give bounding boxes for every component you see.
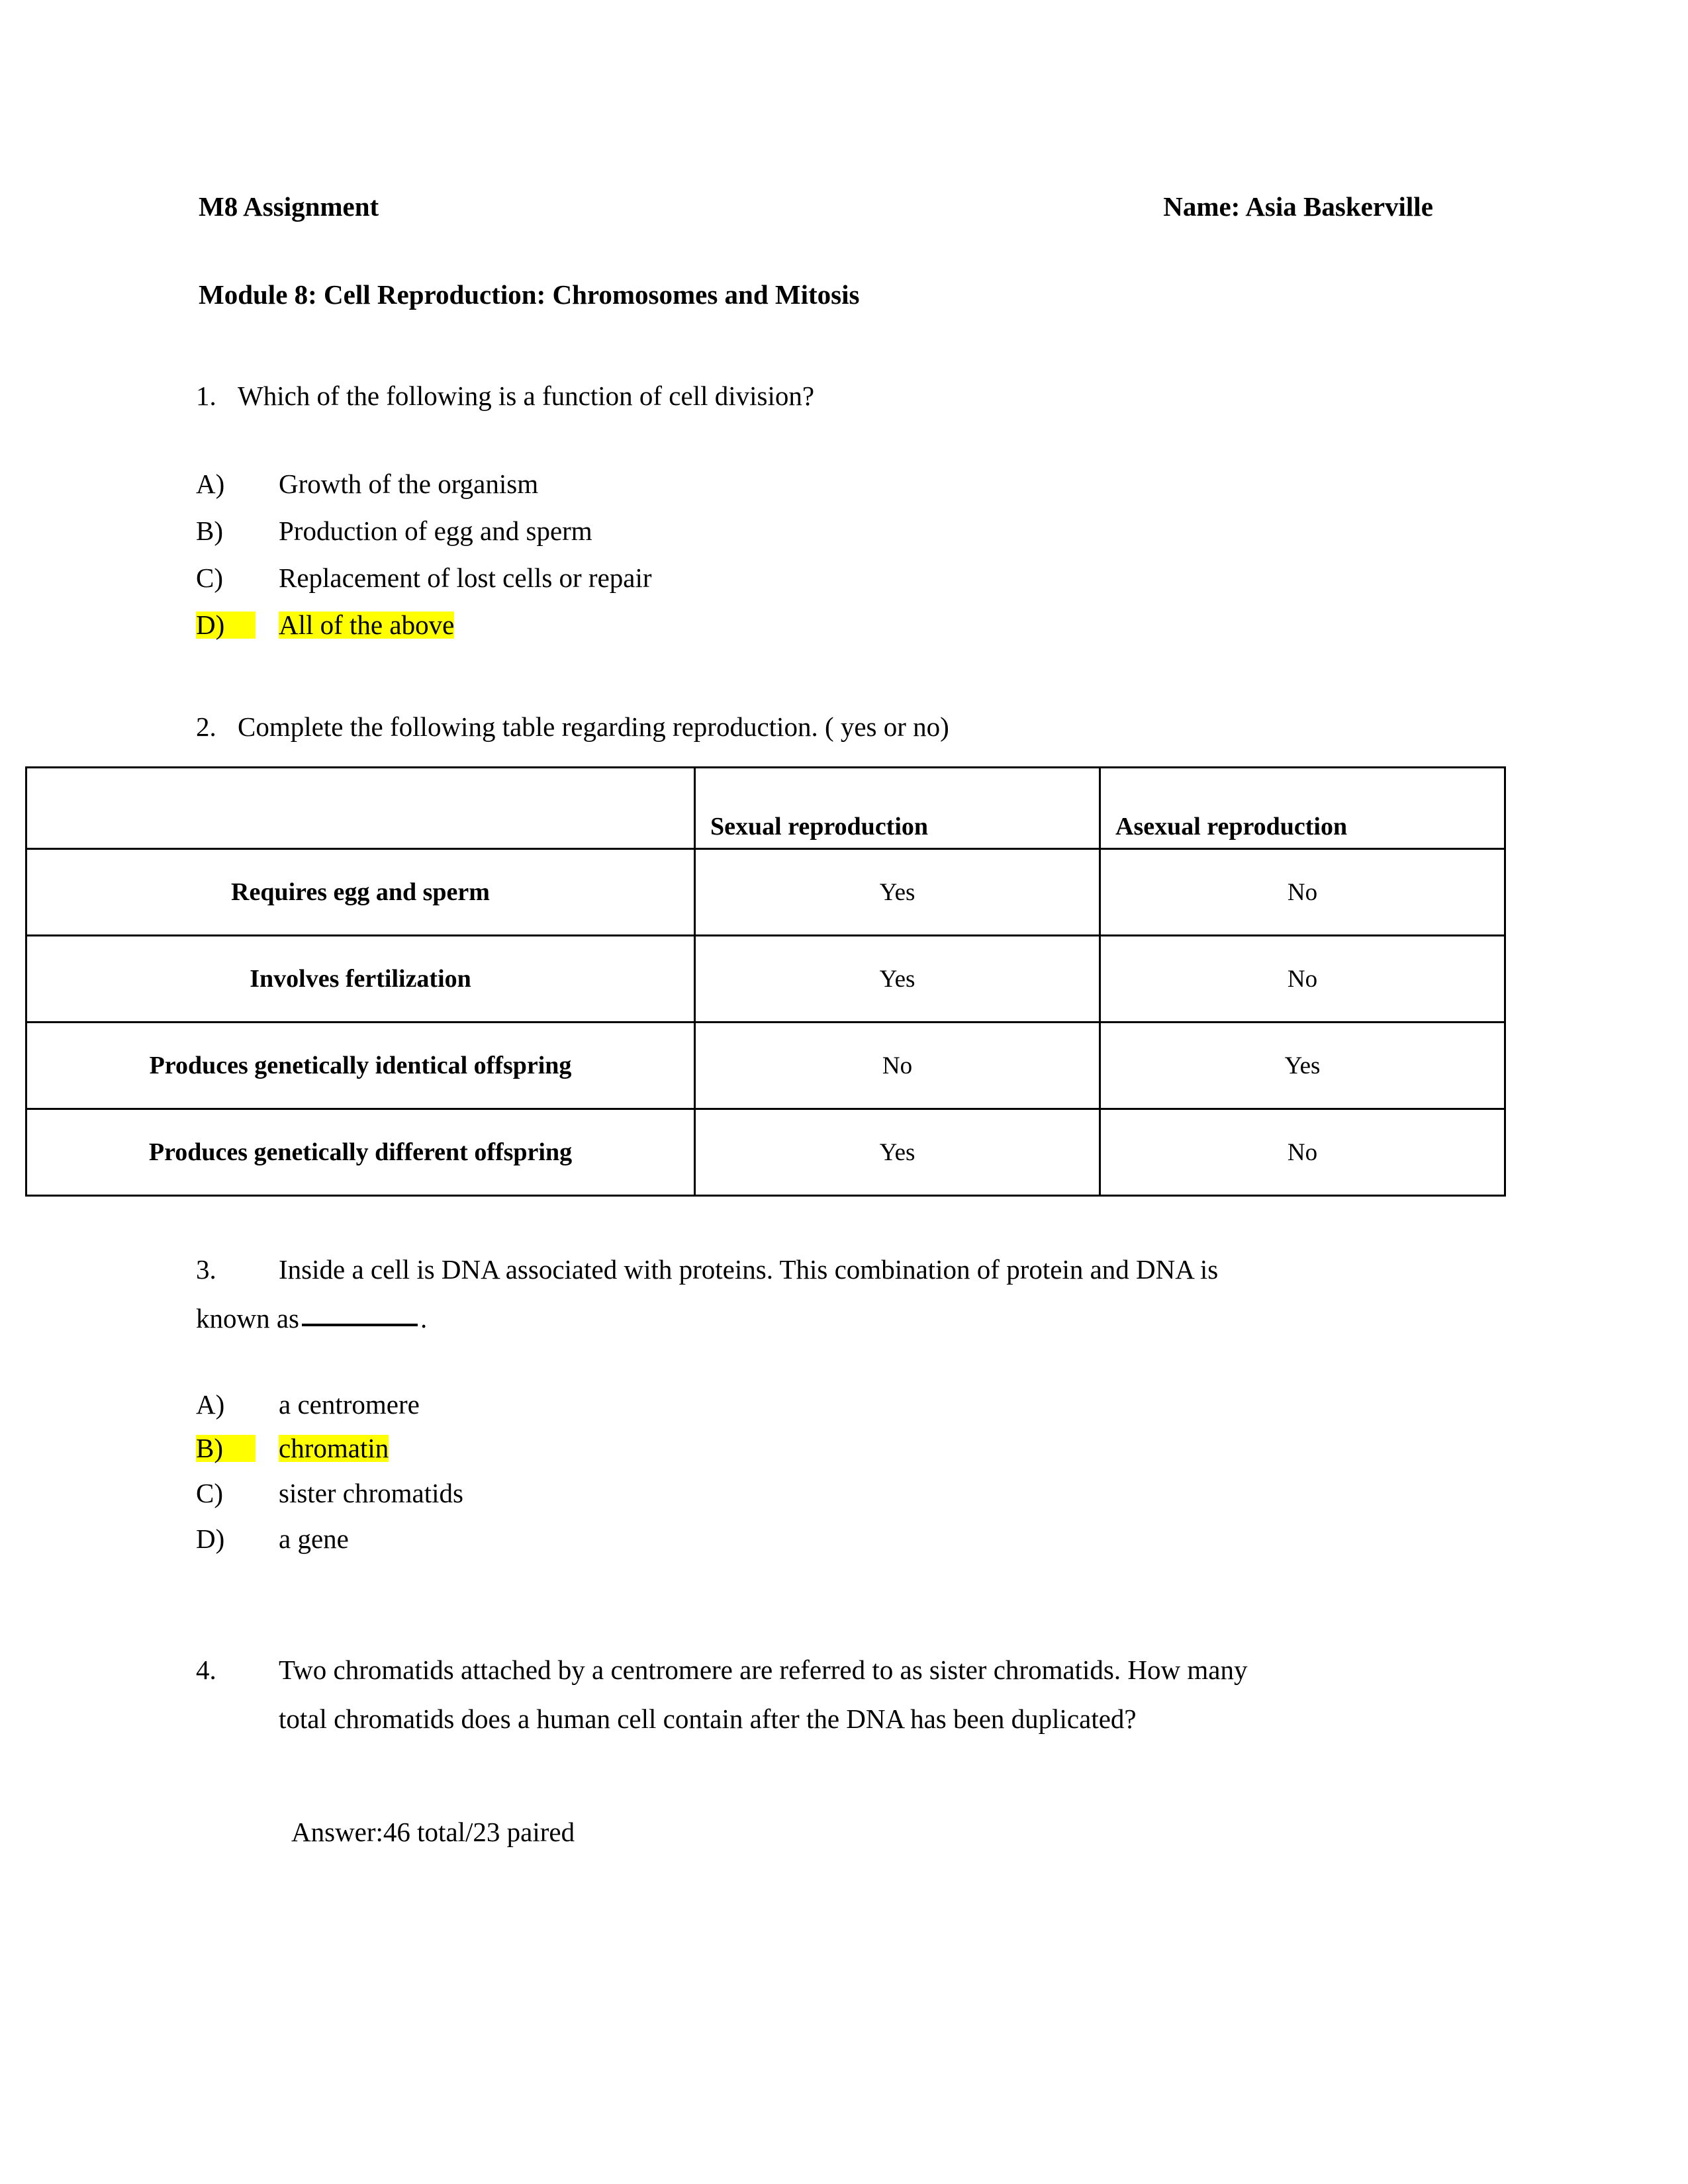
student-name: Name: Asia Baskerville xyxy=(1163,191,1433,222)
question-2-number: 2. xyxy=(196,711,216,742)
option-text: Production of egg and sperm xyxy=(279,516,592,546)
option-text: a centromere xyxy=(279,1389,420,1420)
question-4-text-line-2: total chromatids does a human cell conta… xyxy=(279,1704,1137,1734)
option-text: sister chromatids xyxy=(279,1478,463,1508)
question-1-option-c[interactable]: C) Replacement of lost cells or repair xyxy=(196,565,652,592)
question-3-option-b[interactable]: B) chromatin xyxy=(196,1435,389,1462)
table-row: Involves fertilization Yes No xyxy=(25,934,1506,1023)
question-3-text-line-2-before: known as xyxy=(196,1303,300,1334)
document-page: M8 Assignment Name: Asia Baskerville Mod… xyxy=(0,0,1688,2184)
option-label: C) xyxy=(196,1478,223,1508)
question-3-stem-line-2: known as. xyxy=(196,1305,427,1332)
table-row: Produces genetically identical offspring… xyxy=(25,1021,1506,1110)
table-corner-cell xyxy=(25,766,696,850)
module-title: Module 8: Cell Reproduction: Chromosomes… xyxy=(199,279,860,310)
document-header: M8 Assignment Name: Asia Baskerville xyxy=(199,191,1496,222)
option-text: chromatin xyxy=(279,1433,389,1463)
assignment-title: M8 Assignment xyxy=(199,191,379,222)
reproduction-table: Sexual reproduction Asexual reproduction… xyxy=(25,766,1506,1197)
cell-asexual[interactable]: No xyxy=(1099,848,1506,936)
question-4-answer-text: Answer:46 total/23 paired xyxy=(291,1817,575,1847)
question-3-text-line-1: Inside a cell is DNA associated with pro… xyxy=(279,1254,1219,1285)
cell-asexual[interactable]: No xyxy=(1099,934,1506,1023)
option-text: a gene xyxy=(279,1524,349,1554)
cell-sexual[interactable]: Yes xyxy=(694,934,1101,1023)
question-3-option-a[interactable]: A) a centromere xyxy=(196,1391,420,1418)
cell-sexual[interactable]: Yes xyxy=(694,1108,1101,1197)
row-label: Produces genetically identical offspring xyxy=(25,1021,696,1110)
question-3-number: 3. xyxy=(196,1254,216,1285)
question-4-stem-line-1: 4. Two chromatids attached by a centromer… xyxy=(196,1657,1247,1684)
question-1-option-a[interactable]: A) Growth of the organism xyxy=(196,471,538,498)
table-row: Produces genetically different offspring… xyxy=(25,1108,1506,1197)
question-1-number: 1. xyxy=(196,381,216,411)
question-3-option-d[interactable]: D) a gene xyxy=(196,1525,349,1553)
option-label: A) xyxy=(196,469,225,499)
option-text: Replacement of lost cells or repair xyxy=(279,563,652,593)
question-4-number: 4. xyxy=(196,1655,216,1685)
cell-sexual[interactable]: No xyxy=(694,1021,1101,1110)
question-4-text-line-1: Two chromatids attached by a centromere … xyxy=(279,1655,1248,1685)
question-1-stem: 1. Which of the following is a function … xyxy=(196,383,814,410)
question-4-stem-line-2: total chromatids does a human cell conta… xyxy=(279,1706,1137,1733)
row-label: Involves fertilization xyxy=(25,934,696,1023)
cell-asexual[interactable]: Yes xyxy=(1099,1021,1506,1110)
question-3-stem-line-1: 3. Inside a cell is DNA associated with p… xyxy=(196,1256,1218,1283)
option-label: A) xyxy=(196,1389,225,1420)
option-label: B) xyxy=(196,516,223,546)
question-3-option-c[interactable]: C) sister chromatids xyxy=(196,1480,463,1507)
option-label: C) xyxy=(196,563,223,593)
table-header-row: Sexual reproduction Asexual reproduction xyxy=(25,766,1506,850)
question-2-text: Complete the following table regarding r… xyxy=(238,711,949,742)
cell-sexual[interactable]: Yes xyxy=(694,848,1101,936)
option-label: B) xyxy=(196,1435,256,1462)
column-header-sexual: Sexual reproduction xyxy=(694,766,1101,850)
question-1-option-b[interactable]: B) Production of egg and sperm xyxy=(196,518,592,545)
option-text: Growth of the organism xyxy=(279,469,539,499)
question-4-answer[interactable]: Answer:46 total/23 paired xyxy=(291,1819,575,1846)
cell-asexual[interactable]: No xyxy=(1099,1108,1506,1197)
option-text: All of the above xyxy=(279,610,455,640)
question-1-option-d[interactable]: D) All of the above xyxy=(196,610,455,640)
table-row: Requires egg and sperm Yes No xyxy=(25,848,1506,936)
answer-blank-underline[interactable] xyxy=(302,1324,418,1326)
option-label: D) xyxy=(196,612,256,639)
row-label: Produces genetically different offspring xyxy=(25,1108,696,1197)
row-label: Requires egg and sperm xyxy=(25,848,696,936)
question-1-text: Which of the following is a function of … xyxy=(238,381,815,411)
column-header-asexual: Asexual reproduction xyxy=(1099,766,1506,850)
question-3-text-line-2-after: . xyxy=(420,1303,428,1334)
option-label: D) xyxy=(196,1524,225,1554)
question-2-stem: 2. Complete the following table regardin… xyxy=(196,713,949,741)
